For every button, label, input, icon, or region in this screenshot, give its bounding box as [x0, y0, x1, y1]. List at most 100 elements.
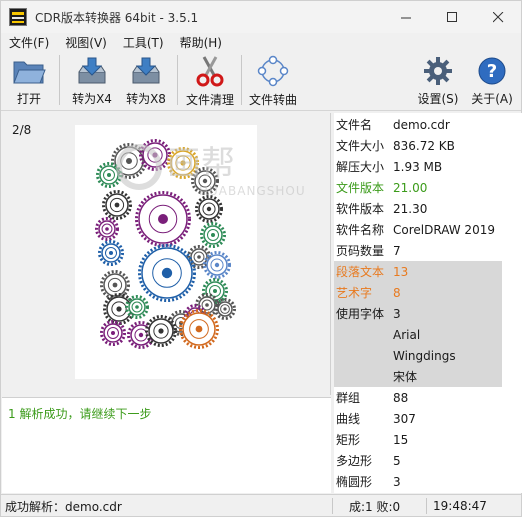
info-value: 21.00: [393, 180, 428, 195]
info-value: 1.93 MB: [393, 159, 443, 174]
info-value: demo.cdr: [393, 117, 450, 132]
info-row: 解压大小 1.93 MB: [334, 156, 502, 177]
app-logo-icon: [9, 8, 27, 26]
info-row: Wingdings: [334, 345, 502, 366]
gear-shape: [214, 298, 236, 320]
file-clean-button[interactable]: 文件清理: [185, 55, 235, 107]
info-key: 群组: [336, 391, 361, 405]
info-row: 群组 88: [334, 387, 502, 408]
folder-open-icon: [11, 55, 47, 86]
open-label: 打开: [16, 92, 41, 106]
maximize-button[interactable]: [429, 1, 475, 33]
log-pane[interactable]: 1 解析成功，请继续下一步: [2, 397, 331, 493]
download-tray-icon: [74, 55, 110, 86]
info-key: 文件版本: [336, 181, 385, 195]
info-key: 使用字体: [336, 307, 385, 321]
info-key: 艺术字: [336, 286, 373, 300]
info-value: 13: [393, 264, 409, 279]
info-key: 软件名称: [336, 223, 385, 237]
toolbar-divider: [241, 55, 242, 105]
status-parse: 成功解析：demo.cdr: [5, 499, 122, 514]
gear-shape: [138, 244, 196, 302]
info-value: Wingdings: [393, 348, 456, 363]
info-row: 段落文本 13: [334, 261, 502, 282]
info-key: 多边形: [336, 454, 373, 468]
minimize-button[interactable]: [383, 1, 429, 33]
minimize-icon: [400, 17, 411, 18]
info-key: 椭圆形: [336, 475, 373, 489]
help-question-icon: ?: [474, 55, 510, 86]
gear-shape: [167, 147, 199, 179]
info-row: Arial: [334, 324, 502, 345]
close-button[interactable]: [475, 1, 521, 33]
app-window: CDR版本转换器 64bit - 3.5.1 文件(F) 视图(V) 工具(T)…: [0, 0, 522, 517]
menu-view[interactable]: 视图(V): [57, 34, 115, 51]
info-value: 8: [393, 285, 401, 300]
info-value: 307: [393, 411, 416, 426]
info-value: 15: [393, 432, 409, 447]
info-value: 3: [393, 306, 401, 321]
info-key: 文件名: [336, 118, 373, 132]
info-value: 21.30: [393, 201, 428, 216]
curve-nodes-icon: [255, 55, 291, 87]
info-value: 3: [393, 474, 401, 489]
settings-label: 设置(S): [417, 92, 459, 106]
settings-button[interactable]: 设置(S): [417, 55, 459, 107]
menu-tools[interactable]: 工具(T): [115, 34, 172, 51]
download-tray-icon: [128, 55, 164, 86]
info-value: 7: [393, 243, 401, 258]
status-bar: 成功解析：demo.cdr 成:1 败:0 19:48:47: [1, 494, 521, 516]
convert-x8-label: 转为X8: [126, 92, 166, 106]
info-row: 页码数量 7: [334, 240, 502, 261]
info-row: 多边形 5: [334, 450, 502, 471]
gear-shape: [179, 309, 219, 349]
status-divider: [332, 498, 333, 514]
gears-artwork: [95, 139, 236, 349]
info-value: 88: [393, 390, 409, 405]
info-row: 软件版本 21.30: [334, 198, 502, 219]
convert-x4-button[interactable]: 转为X4: [71, 55, 113, 107]
info-key: 页码数量: [336, 244, 385, 258]
log-line: 1 解析成功，请继续下一步: [8, 407, 152, 421]
gear-shape: [100, 320, 126, 346]
menu-bar: 文件(F) 视图(V) 工具(T) 帮助(H): [1, 33, 521, 51]
page-indicator: 2/8: [12, 123, 32, 137]
toolbar-divider: [59, 55, 60, 105]
info-value: Arial: [393, 327, 421, 342]
status-time: 19:48:47: [433, 499, 487, 513]
gear-shape: [125, 295, 149, 319]
gear-shape: [95, 217, 119, 241]
info-row: 文件名 demo.cdr: [334, 114, 502, 135]
menu-help[interactable]: 帮助(H): [172, 34, 230, 51]
status-counts: 成:1 败:0: [349, 499, 401, 514]
open-button[interactable]: 打开: [11, 55, 47, 107]
info-row: 矩形 15: [334, 429, 502, 450]
file-curve-button[interactable]: 文件转曲: [247, 55, 299, 107]
close-icon: [492, 11, 503, 22]
info-key: 矩形: [336, 433, 361, 447]
about-button[interactable]: ? 关于(A): [471, 55, 513, 107]
gear-shape: [135, 191, 191, 247]
convert-x4-label: 转为X4: [72, 92, 112, 106]
info-key: 文件大小: [336, 139, 385, 153]
convert-x8-button[interactable]: 转为X8: [125, 55, 167, 107]
preview-pane: 2/8: [2, 113, 331, 395]
gear-shape: [102, 190, 132, 220]
info-row: 使用字体 3: [334, 303, 502, 324]
gear-icon: [420, 55, 456, 86]
status-divider: [426, 498, 427, 514]
info-value: 宋体: [393, 370, 418, 384]
page-thumbnail[interactable]: [75, 125, 257, 379]
file-info-panel: 文件名 demo.cdr 文件大小 836.72 KB 解压大小 1.93 MB 文件版本 2…: [334, 113, 522, 493]
gear-shape: [145, 315, 177, 347]
menu-file[interactable]: 文件(F): [1, 34, 57, 51]
gear-shape: [200, 222, 226, 248]
gear-shape: [139, 139, 171, 171]
info-row: 艺术字 8: [334, 282, 502, 303]
info-key: 软件版本: [336, 202, 385, 216]
toolbar-divider: [177, 55, 178, 105]
info-value: 5: [393, 453, 401, 468]
title-bar: CDR版本转换器 64bit - 3.5.1: [1, 1, 521, 33]
svg-text:?: ?: [487, 61, 497, 82]
gear-shape: [195, 195, 223, 223]
